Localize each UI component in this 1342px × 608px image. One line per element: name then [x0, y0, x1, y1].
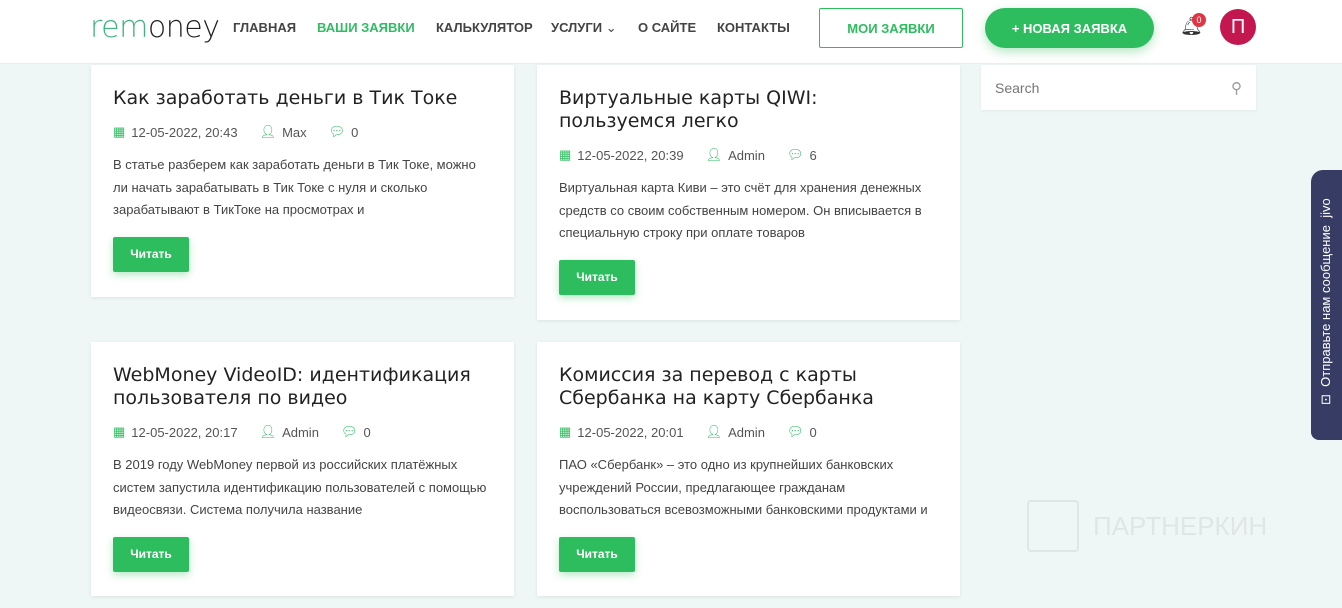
logo-part: re: [90, 10, 120, 45]
user-icon: 👤︎: [259, 124, 277, 139]
post-excerpt: В статье разберем как заработать деньги …: [113, 157, 476, 218]
post-card: Комиссия за перевод с карты Сбербанка на…: [537, 342, 960, 596]
nav-your-requests[interactable]: ВАШИ ЗАЯВКИ: [317, 20, 415, 35]
nav-services[interactable]: УСЛУГИ ⌄: [551, 20, 617, 36]
user-icon: 👤︎: [259, 424, 277, 439]
post-author[interactable]: Admin: [728, 425, 765, 440]
user-icon: 👤︎: [705, 147, 723, 162]
post-title[interactable]: Комиссия за перевод с карты Сбербанка на…: [559, 364, 938, 410]
read-button[interactable]: Читать: [559, 259, 635, 295]
post-comments: 6: [809, 147, 817, 163]
my-requests-button[interactable]: МОИ ЗАЯВКИ: [819, 8, 963, 48]
post-date: 12-05-2022, 20:39: [577, 147, 684, 163]
post-comments: 0: [363, 424, 371, 440]
post-title[interactable]: Как заработать деньги в Тик Токе: [113, 87, 492, 110]
chat-label: Отправьте нам сообщение: [1318, 225, 1333, 387]
search-icon[interactable]: ⚲: [1231, 79, 1242, 97]
nav-about[interactable]: О САЙТЕ: [638, 20, 696, 35]
calendar-icon: ▦: [559, 424, 572, 439]
post-title[interactable]: WebMoney VideoID: идентификация пользова…: [113, 364, 492, 410]
search-input[interactable]: [995, 79, 1195, 96]
post-comments: 0: [809, 424, 817, 440]
notification-badge: 0: [1192, 13, 1206, 27]
nav-services-label: УСЛУГИ: [551, 20, 603, 35]
nav-contacts[interactable]: КОНТАКТЫ: [717, 20, 790, 35]
post-excerpt: ПАО «Сбербанк» – это одно из крупнейших …: [559, 457, 928, 518]
read-button[interactable]: Читать: [559, 536, 635, 572]
post-meta: ▦ 12-05-2022, 20:17 👤︎ Admin 💬︎ 0: [113, 423, 492, 441]
chat-widget[interactable]: ⊡ Отправьте нам сообщение jivo: [1311, 170, 1342, 440]
post-card: WebMoney VideoID: идентификация пользова…: [91, 342, 514, 596]
post-card: Как заработать деньги в Тик Токе ▦ 12-05-…: [91, 65, 514, 297]
post-meta: ▦ 12-05-2022, 20:39 👤︎ Admin 💬︎ 6: [559, 146, 938, 164]
logo-part: m: [119, 10, 148, 45]
post-author[interactable]: Admin: [282, 425, 319, 440]
post-card: Виртуальные карты QIWI: пользуемся легко…: [537, 65, 960, 320]
search-box: ⚲: [981, 65, 1256, 110]
logo[interactable]: remoney: [90, 10, 220, 45]
comments-icon: 💬︎: [786, 147, 804, 162]
post-date: 12-05-2022, 20:17: [131, 424, 238, 440]
watermark-logo-icon: [1027, 500, 1079, 552]
watermark: ПАРТНЕРКИН: [1027, 500, 1267, 552]
nav-calculator[interactable]: КАЛЬКУЛЯТОР: [436, 20, 533, 35]
new-request-button[interactable]: + НОВАЯ ЗАЯВКА: [985, 8, 1154, 48]
post-excerpt: Виртуальная карта Киви – это счёт для хр…: [559, 180, 922, 241]
calendar-icon: ▦: [559, 147, 572, 162]
post-date: 12-05-2022, 20:43: [131, 124, 238, 140]
post-meta: ▦ 12-05-2022, 20:43 👤︎ Max 💬︎ 0: [113, 123, 492, 141]
logo-part: oney: [147, 10, 220, 45]
chevron-down-icon: ⌄: [605, 20, 617, 35]
post-date: 12-05-2022, 20:01: [577, 424, 684, 440]
watermark-text: ПАРТНЕРКИН: [1093, 510, 1268, 541]
nav-home[interactable]: ГЛАВНАЯ: [233, 20, 296, 35]
post-meta: ▦ 12-05-2022, 20:01 👤︎ Admin 💬︎ 0: [559, 423, 938, 441]
post-author[interactable]: Admin: [728, 148, 765, 163]
user-icon: 👤︎: [705, 424, 723, 439]
post-title[interactable]: Виртуальные карты QIWI: пользуемся легко: [559, 87, 938, 133]
comments-icon: 💬︎: [328, 124, 346, 139]
read-button[interactable]: Читать: [113, 236, 189, 272]
post-excerpt: В 2019 году WebMoney первой из российски…: [113, 457, 487, 518]
post-comments: 0: [351, 124, 359, 140]
chat-icon: ⊡: [1318, 394, 1333, 405]
post-author[interactable]: Max: [282, 125, 307, 140]
comments-icon: 💬︎: [340, 424, 358, 439]
chat-brand: jivo: [1318, 198, 1333, 218]
header: remoney ГЛАВНАЯ ВАШИ ЗАЯВКИ КАЛЬКУЛЯТОР …: [0, 0, 1342, 64]
calendar-icon: ▦: [113, 424, 126, 439]
calendar-icon: ▦: [113, 124, 126, 139]
read-button[interactable]: Читать: [113, 536, 189, 572]
comments-icon: 💬︎: [786, 424, 804, 439]
avatar[interactable]: П: [1220, 9, 1256, 45]
